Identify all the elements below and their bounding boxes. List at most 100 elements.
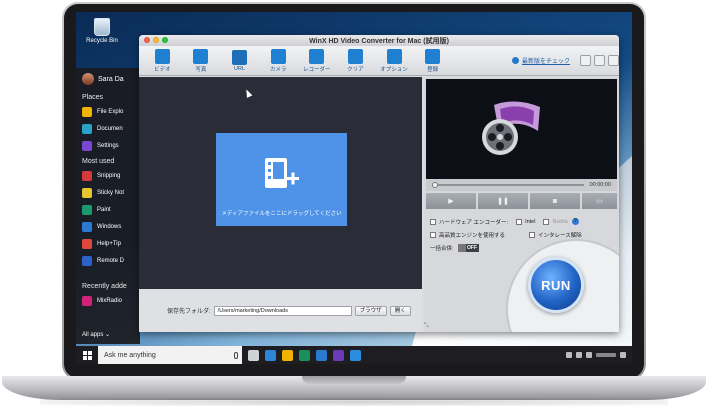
all-apps-link[interactable]: All apps ⌄ <box>82 331 110 338</box>
microphone-icon[interactable] <box>234 351 238 359</box>
open-button[interactable]: 開く <box>389 305 411 316</box>
start-item-help-tips[interactable]: Help+Tip <box>76 235 140 252</box>
window-title: WinX HD Video Converter for Mac (試用版) <box>309 38 449 45</box>
grid-icon[interactable] <box>608 55 619 66</box>
toolbar-url-button[interactable]: URL <box>220 49 259 72</box>
trophy-icon[interactable] <box>333 349 344 361</box>
search-box[interactable]: Ask me anything <box>98 346 242 364</box>
toolbar-photo-button[interactable]: 写真 <box>182 48 221 73</box>
laptop-shadow <box>40 398 668 406</box>
tray-network-icon[interactable] <box>576 352 582 358</box>
documents-icon <box>82 123 92 134</box>
output-path-field[interactable]: /Users/marketing/Downloads <box>213 305 352 316</box>
windows-logo-icon <box>82 350 92 360</box>
merge-toggle-text: OFF <box>465 243 479 252</box>
hw-encoder-checkbox[interactable] <box>430 218 436 225</box>
start-item-label: Settings <box>97 142 119 149</box>
high-quality-checkbox[interactable] <box>430 231 436 238</box>
most-used-heading: Most used <box>82 158 115 165</box>
recorder-icon <box>309 48 325 64</box>
deinterlace-checkbox[interactable] <box>529 231 536 238</box>
system-tray <box>566 352 632 358</box>
photo-icon <box>193 48 209 64</box>
start-item-remote-desktop[interactable]: Remote D <box>76 252 140 269</box>
intel-checkbox[interactable] <box>516 218 523 225</box>
toolbar-label: クリア <box>347 66 364 73</box>
start-item-snipping[interactable]: Snipping <box>76 167 140 184</box>
camera-icon <box>270 48 286 64</box>
help-icon[interactable]: ? <box>571 218 579 225</box>
start-item-label: Help+Tip <box>97 240 121 247</box>
toolbar-register-button[interactable]: 登録 <box>413 48 452 73</box>
cart-icon[interactable] <box>580 55 592 66</box>
check-update-link[interactable]: 最新版をチェック <box>512 56 570 65</box>
toolbar-right-buttons <box>580 55 619 66</box>
taskbar: Ask me anything <box>76 346 632 364</box>
high-quality-label: 高品質エンジンを使用する <box>439 232 506 239</box>
edge-icon[interactable] <box>265 349 276 361</box>
start-user[interactable]: Sara Da <box>76 68 140 90</box>
tray-volume-icon[interactable] <box>586 352 592 358</box>
folder-button[interactable]: ▭ <box>582 193 617 209</box>
pen-icon[interactable] <box>350 349 361 361</box>
start-item-label: Paint <box>97 206 111 213</box>
start-item-label: Snipping <box>97 172 121 179</box>
toolbar-video-button[interactable]: ビデオ <box>143 48 182 73</box>
drop-zone[interactable]: メディアファイルをここにドラッグしてください <box>216 133 347 226</box>
seek-track[interactable] <box>432 182 584 188</box>
start-item-documents[interactable]: Documen <box>76 120 140 137</box>
run-button[interactable]: RUN <box>528 257 584 313</box>
resize-grip-icon[interactable]: ⤡ <box>424 323 429 330</box>
deinterlace-label: インタレース解除 <box>538 232 582 239</box>
notifications-icon[interactable] <box>620 352 626 358</box>
laptop-notch <box>302 376 406 384</box>
hw-encoder-row: ハードウェア エンコーダー: Intel Nvidia ? <box>430 215 616 228</box>
start-item-mixradio[interactable]: MixRadio <box>76 292 140 309</box>
screen: Recycle Bin Sara Da Places File Explo Do… <box>76 12 632 364</box>
seek-knob[interactable] <box>432 182 438 188</box>
snapshot-button[interactable]: ◙ <box>530 193 580 209</box>
preview-pane <box>426 79 617 179</box>
mixradio-icon <box>82 295 92 306</box>
nvidia-checkbox[interactable] <box>543 218 550 225</box>
tray-clock[interactable] <box>596 353 616 357</box>
seek-bar[interactable]: 00:00:00 <box>426 179 617 191</box>
intel-label: Intel <box>525 218 536 225</box>
toolbar-label: URL <box>234 65 246 72</box>
toolbar-camera-button[interactable]: カメラ <box>259 48 298 73</box>
start-button[interactable] <box>76 346 98 364</box>
check-update-label: 最新版をチェック <box>522 59 571 65</box>
toolbar-clear-button[interactable]: クリア <box>336 48 375 73</box>
explorer-icon[interactable] <box>282 349 293 361</box>
start-item-settings[interactable]: Settings <box>76 137 140 154</box>
pause-icon: ❚❚ <box>497 198 509 205</box>
recycle-bin-shortcut[interactable]: Recycle Bin <box>82 18 122 44</box>
store-icon[interactable] <box>299 349 310 361</box>
play-icon: ▶ <box>448 198 454 205</box>
start-item-label: Sticky Not <box>97 189 125 196</box>
quality-row: 高品質エンジンを使用する インタレース解除 <box>430 228 616 241</box>
toolbar-label: カメラ <box>269 66 287 73</box>
start-item-windows[interactable]: Windows <box>76 218 140 235</box>
tray-up-arrow-icon[interactable] <box>566 352 572 358</box>
toolbar-recorder-button[interactable]: レコーダー <box>298 48 337 73</box>
play-button[interactable]: ▶ <box>426 193 476 209</box>
avatar <box>82 73 94 85</box>
app-window: WinX HD Video Converter for Mac (試用版) ビデ… <box>139 35 619 332</box>
toolbar-label: オプション <box>380 66 408 73</box>
start-item-paint[interactable]: Paint <box>76 201 140 218</box>
pause-button[interactable]: ❚❚ <box>478 193 528 209</box>
file-list-area[interactable]: メディアファイルをここにドラッグしてください <box>139 77 422 289</box>
task-view-icon[interactable] <box>248 349 259 361</box>
merge-toggle[interactable]: OFF <box>457 243 479 252</box>
title-bar[interactable]: WinX HD Video Converter for Mac (試用版) <box>139 35 619 46</box>
start-item-sticky-notes[interactable]: Sticky Not <box>76 184 140 201</box>
scissors-icon <box>82 170 92 181</box>
start-item-label: Windows <box>97 223 122 230</box>
mail-icon[interactable] <box>594 55 606 66</box>
folder-icon: ▭ <box>596 198 603 205</box>
toolbar-options-button[interactable]: オプション <box>375 48 414 73</box>
browse-button[interactable]: ブラウザ <box>354 305 387 316</box>
phone-icon[interactable] <box>316 349 327 361</box>
start-item-file-explorer[interactable]: File Explo <box>76 103 140 120</box>
